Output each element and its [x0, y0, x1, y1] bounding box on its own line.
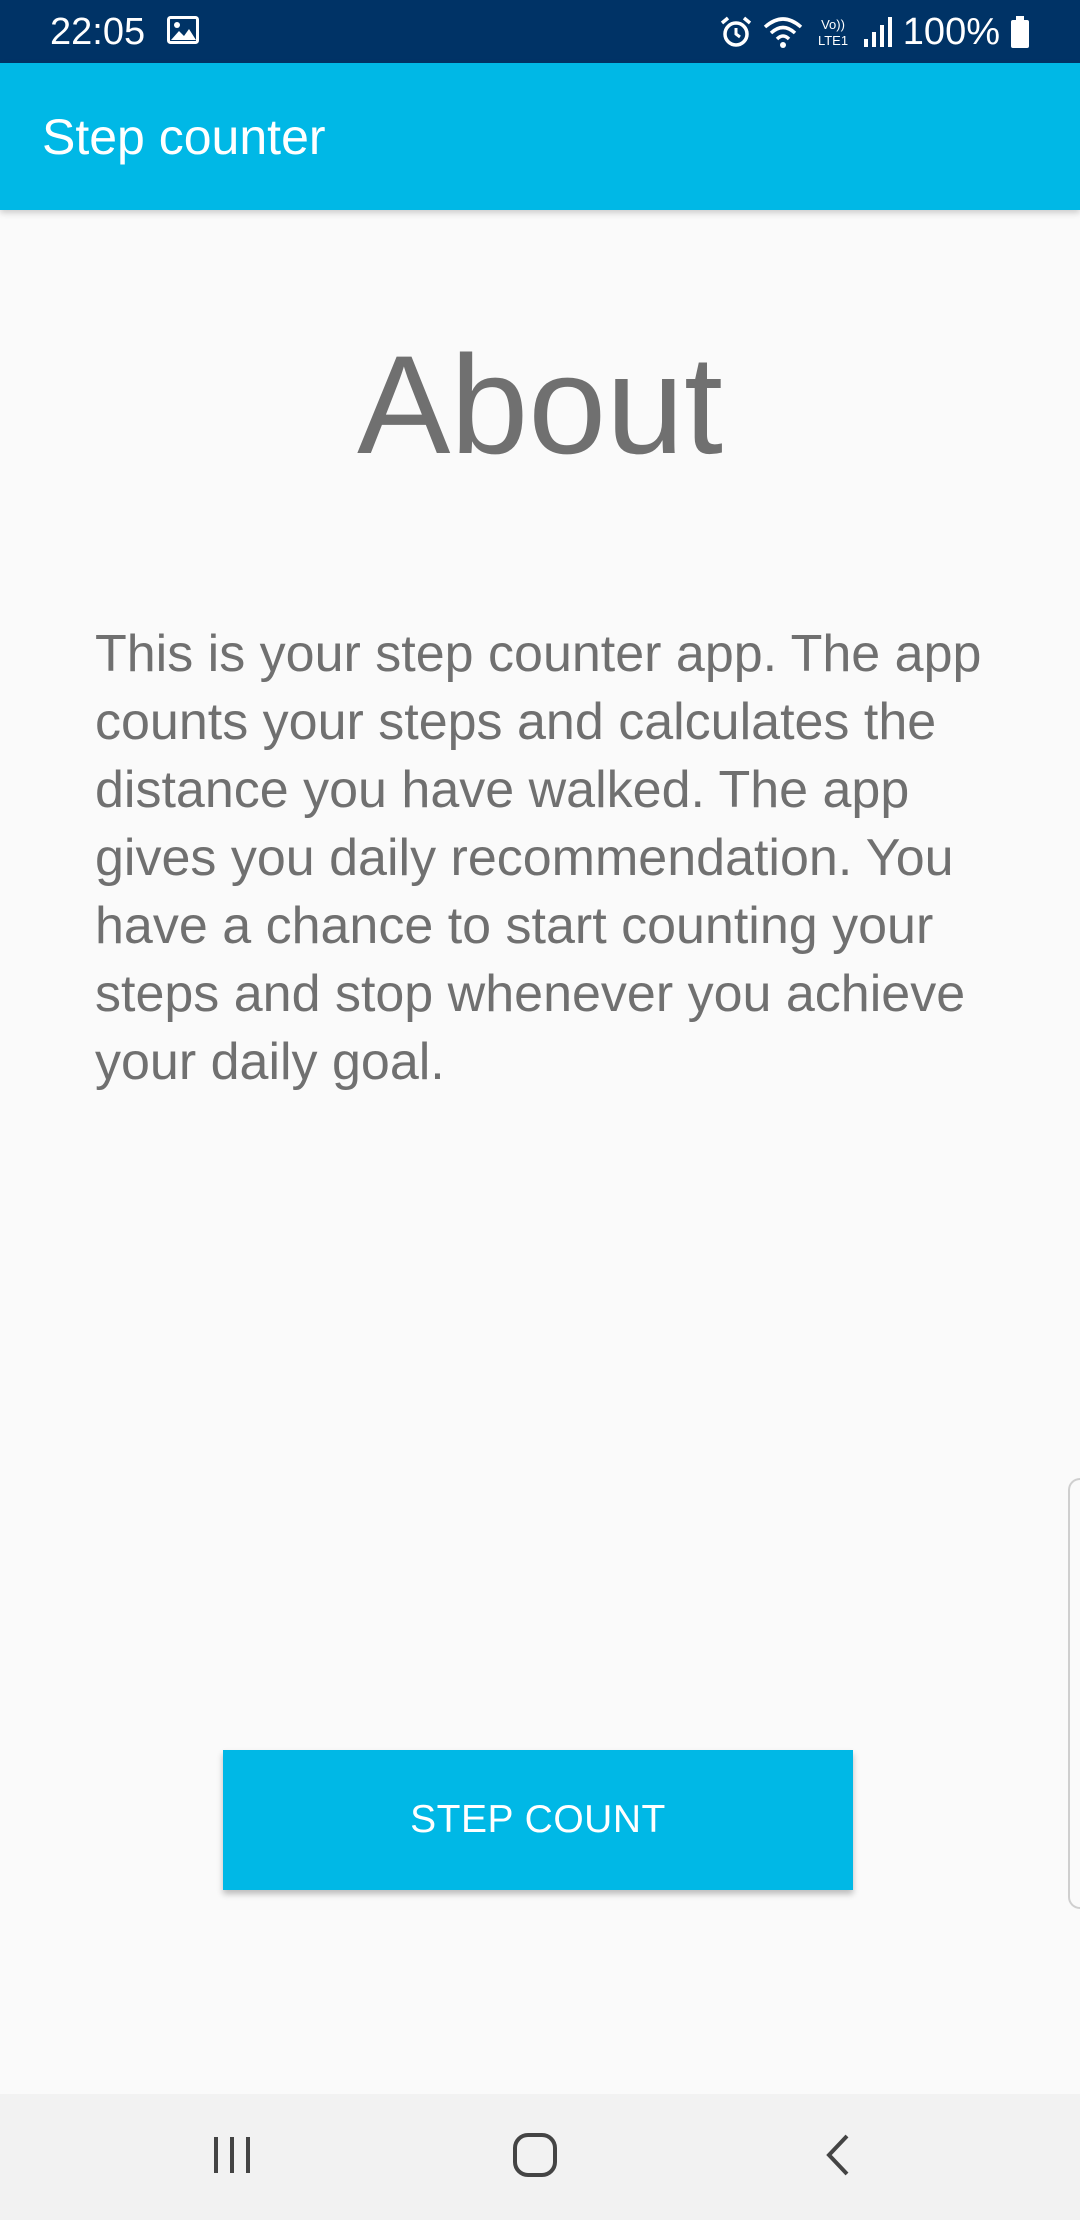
edge-panel-handle[interactable] [1068, 1478, 1080, 1909]
image-icon [167, 16, 199, 44]
svg-text:LTE1: LTE1 [818, 33, 848, 48]
back-icon [823, 2133, 853, 2182]
status-icons: Vo)) LTE1 100% [719, 8, 1030, 56]
battery-icon [1010, 15, 1030, 49]
app-title: Step counter [42, 109, 326, 165]
screen: 22:05 Vo)) LTE1 100% Step counter About … [0, 0, 1080, 2220]
step-count-button[interactable]: STEP COUNT [223, 1750, 853, 1890]
home-icon [512, 2132, 558, 2183]
svg-text:Vo)): Vo)) [821, 17, 845, 32]
wifi-icon [763, 15, 803, 49]
status-bar: 22:05 Vo)) LTE1 100% [0, 0, 1080, 63]
recents-icon [210, 2135, 254, 2180]
status-time: 22:05 [50, 11, 146, 53]
home-button[interactable] [475, 2094, 595, 2220]
about-description: This is your step counter app. The app c… [95, 625, 982, 1091]
page-title: About [357, 326, 723, 483]
volte-icon: Vo)) LTE1 [813, 15, 853, 49]
battery-percent: 100% [902, 11, 1000, 53]
signal-icon [863, 15, 893, 49]
recents-button[interactable] [172, 2094, 292, 2220]
navigation-bar [0, 2094, 1080, 2220]
back-button[interactable] [778, 2094, 898, 2220]
alarm-icon [719, 15, 753, 49]
app-bar: Step counter [0, 63, 1080, 210]
